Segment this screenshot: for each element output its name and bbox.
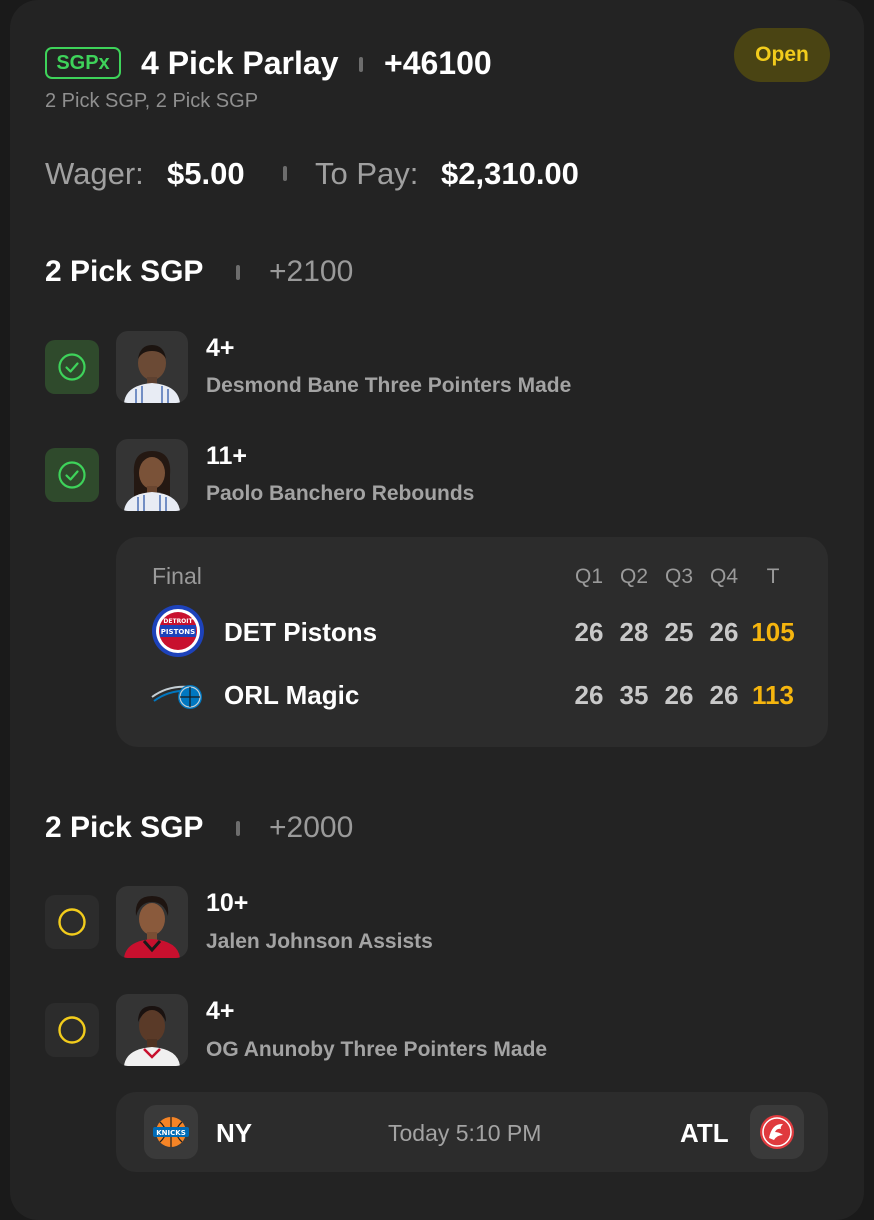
topay-label: To Pay: [315,156,419,191]
quarter-score: 26 [709,617,739,647]
leg-description: Jalen Johnson Assists [206,930,433,953]
quarter-header: Q2 [619,565,648,588]
leg-description: Paolo Banchero Rebounds [206,482,475,505]
leg-line: 11+ [206,442,248,470]
quarter-score: 26 [664,680,694,710]
quarter-score: 35 [619,680,649,710]
sgp-odds: +2000 [269,811,354,844]
game-status: Final [152,563,202,589]
divider [359,57,363,72]
game-scoreboard[interactable]: Final Q1 Q2 Q3 Q4 T DETROIT PISTONS DET … [116,537,828,747]
hawks-logo [750,1105,804,1159]
sgpx-badge: SGPx [45,47,121,79]
sgp-title: 2 Pick SGP [45,811,204,844]
quarter-score: 25 [664,617,694,647]
svg-text:PISTONS: PISTONS [161,628,195,636]
topay-value: $2,310.00 [441,156,579,191]
pending-circle-icon [58,1016,86,1044]
quarter-score: 28 [619,617,649,647]
leg-open-indicator [45,1003,99,1057]
leg-description: OG Anunoby Three Pointers Made [206,1038,548,1061]
sgp-odds: +2100 [269,255,354,288]
game-time: Today 5:10 PM [388,1120,542,1146]
player-headshot [116,439,188,511]
check-circle-icon [58,353,86,381]
status-badge: Open [734,28,830,82]
pistons-logo: DETROIT PISTONS [150,603,206,659]
leg-open-indicator [45,895,99,949]
home-team: ATL [680,1118,729,1148]
total-score: 105 [751,617,795,647]
total-score: 113 [752,680,794,710]
wager-value: $5.00 [167,156,245,191]
svg-text:KNICKS: KNICKS [156,1129,186,1137]
leg-line: 4+ [206,334,235,362]
player-headshot [116,994,188,1066]
quarter-score: 26 [574,680,604,710]
leg-line: 10+ [206,889,249,917]
leg-description: Desmond Bane Three Pointers Made [206,374,572,397]
parlay-subtitle: 2 Pick SGP, 2 Pick SGP [45,90,259,112]
quarter-header: Q1 [574,565,603,588]
divider [283,166,287,181]
leg-won-indicator [45,448,99,502]
quarter-header: Q4 [709,565,738,588]
pending-circle-icon [58,908,86,936]
team-name: DET Pistons [224,617,378,647]
parlay-title: 4 Pick Parlay [141,45,339,81]
total-header: T [766,565,780,588]
knicks-logo: KNICKS [144,1105,198,1159]
parlay-odds: +46100 [384,45,492,81]
upcoming-game-bar[interactable]: KNICKS NY Today 5:10 PM ATL [116,1092,828,1172]
player-headshot [116,886,188,958]
leg-line: 4+ [206,997,235,1025]
svg-text:DETROIT: DETROIT [163,618,193,625]
divider [236,821,240,836]
divider [236,265,240,280]
sgp-title: 2 Pick SGP [45,255,204,288]
wager-label: Wager: [45,156,144,191]
quarter-score: 26 [709,680,739,710]
quarter-score: 26 [574,617,604,647]
magic-logo [150,667,206,723]
team-name: ORL Magic [224,680,360,710]
check-circle-icon [58,461,86,489]
leg-won-indicator [45,340,99,394]
bet-card[interactable]: SGPx 4 Pick Parlay +46100 2 Pick SGP, 2 … [10,0,864,1220]
quarter-header: Q3 [664,565,693,588]
away-team: NY [216,1118,253,1148]
player-headshot [116,331,188,403]
